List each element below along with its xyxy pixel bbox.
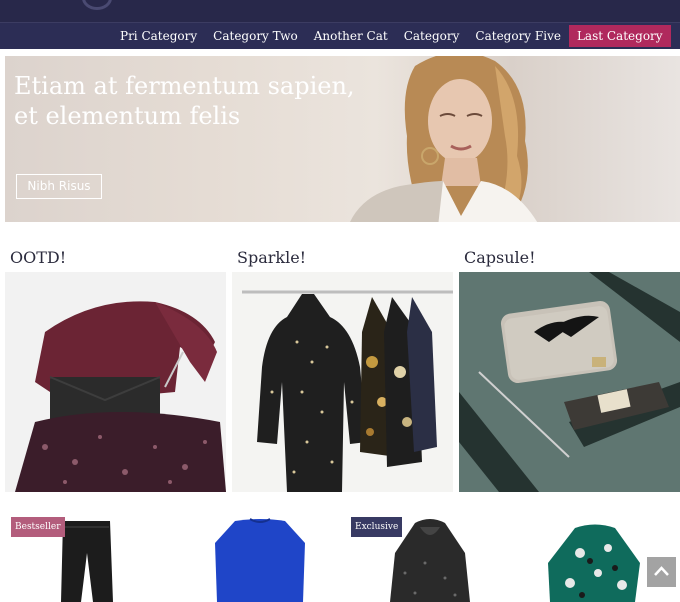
hero-cta-button[interactable]: Nibh Risus bbox=[16, 174, 102, 199]
tile-title-capsule[interactable]: Capsule! bbox=[464, 247, 536, 269]
nav-list: Pri Category Category Two Another Cat Ca… bbox=[112, 25, 671, 47]
product-card-2[interactable] bbox=[175, 513, 345, 602]
tile-image-sparkle[interactable] bbox=[232, 272, 453, 492]
site-header bbox=[0, 0, 680, 23]
capsule-accessories-image bbox=[459, 272, 680, 492]
hero-title-line2: et elementum felis bbox=[14, 102, 241, 130]
hero-title-line1: Etiam at fermentum sapien, bbox=[14, 72, 355, 100]
main-nav: Pri Category Category Two Another Cat Ca… bbox=[0, 23, 680, 49]
product-badge-bestseller: Bestseller bbox=[11, 517, 65, 537]
tile-image-ootd[interactable] bbox=[5, 272, 226, 492]
nav-item-pri-category[interactable]: Pri Category bbox=[112, 25, 205, 47]
scroll-top-button[interactable] bbox=[647, 557, 676, 587]
nav-item-last-category[interactable]: Last Category bbox=[568, 25, 671, 47]
product-badge-exclusive: Exclusive bbox=[351, 517, 403, 537]
product-card-1[interactable]: Bestseller bbox=[5, 513, 175, 602]
nav-item-another-cat[interactable]: Another Cat bbox=[306, 25, 396, 47]
tile-title-ootd[interactable]: OOTD! bbox=[10, 247, 66, 269]
chevron-up-icon bbox=[654, 566, 669, 576]
tile-title-sparkle[interactable]: Sparkle! bbox=[237, 247, 306, 269]
hero-banner[interactable]: Etiam at fermentum sapien, et elementum … bbox=[5, 56, 680, 222]
nav-item-category[interactable]: Category bbox=[396, 25, 468, 47]
logo[interactable] bbox=[82, 0, 112, 10]
sparkle-clothes-image bbox=[242, 290, 453, 492]
nav-item-category-five[interactable]: Category Five bbox=[467, 25, 569, 47]
ootd-clothes-image bbox=[15, 301, 226, 492]
product-image-blue-top bbox=[215, 518, 305, 602]
product-card-3[interactable]: Exclusive bbox=[345, 513, 515, 602]
tile-image-capsule[interactable] bbox=[459, 272, 680, 492]
hero-title: Etiam at fermentum sapien, et elementum … bbox=[14, 71, 374, 131]
hero-model-image bbox=[350, 56, 538, 222]
nav-item-category-two[interactable]: Category Two bbox=[205, 25, 306, 47]
